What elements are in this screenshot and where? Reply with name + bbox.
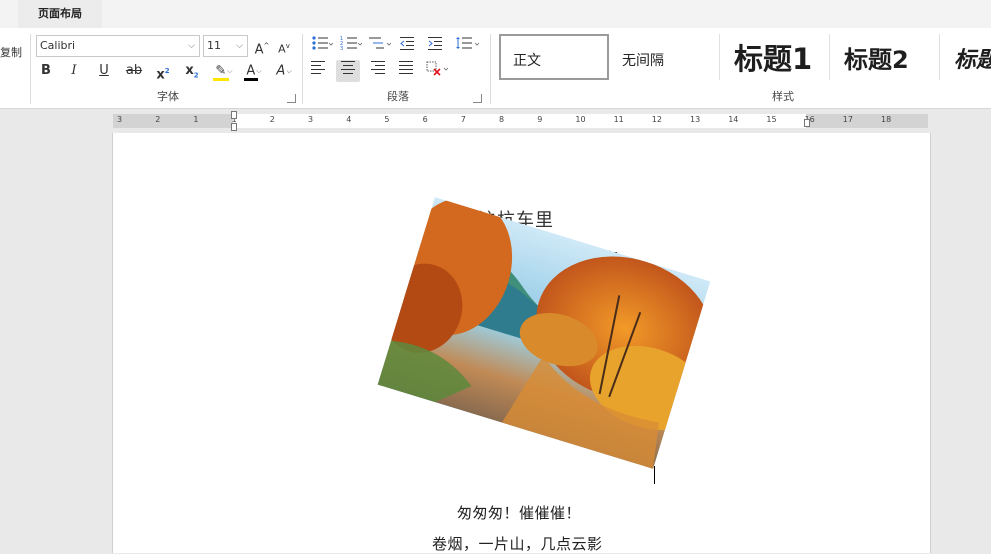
ruler-number: 5 — [384, 115, 390, 124]
clear-formatting-icon — [426, 61, 449, 76]
align-right-icon — [371, 61, 385, 74]
numbered-list-button[interactable]: 1 2 3 — [339, 35, 363, 57]
bullet-list-button[interactable] — [310, 35, 334, 57]
multilevel-list-icon — [369, 37, 392, 49]
ruler-number: 1 — [193, 115, 199, 124]
ruler-number: 12 — [651, 115, 662, 124]
style-heading-2-label: 标题2 — [844, 46, 909, 74]
ruler-number: 9 — [537, 115, 543, 124]
right-indent-marker[interactable] — [804, 119, 810, 127]
subscript-button[interactable]: x2 — [180, 60, 204, 82]
style-heading-1-label: 标题1 — [734, 42, 813, 76]
style-no-spacing[interactable]: 无间隔 — [610, 34, 720, 80]
font-size-value: 11 — [207, 39, 221, 52]
superscript-icon: x — [156, 67, 165, 83]
text-cursor — [654, 466, 655, 484]
ruler-text-area — [233, 114, 806, 128]
ruler-number: 11 — [613, 115, 624, 124]
divider — [302, 34, 303, 104]
font-family-value: Calibri — [40, 39, 76, 52]
divider — [30, 34, 31, 104]
style-no-spacing-label: 无间隔 — [622, 53, 664, 69]
numbered-list-icon: 1 2 3 — [340, 36, 363, 52]
horizontal-ruler[interactable]: 321123456789101112131415161718 — [113, 111, 928, 131]
ruler-number: 6 — [422, 115, 428, 124]
styles-group-label: 样式 — [772, 90, 794, 103]
clear-format-button[interactable]: A⌵ — [270, 60, 298, 82]
superscript-button[interactable]: x2 — [151, 60, 175, 82]
ribbon-tab-bar: 页面布局 — [0, 0, 991, 28]
clear-format-icon: A — [276, 63, 286, 79]
font-color-swatch — [244, 78, 258, 81]
paragraph-group-label: 段落 — [387, 90, 409, 103]
copy-button[interactable]: 复制 — [0, 44, 22, 60]
style-normal-label: 正文 — [513, 53, 541, 69]
divider — [490, 34, 491, 104]
ruler-number: 2 — [269, 115, 275, 124]
chevron-down-icon: ⌵ — [236, 41, 243, 51]
font-color-icon: A — [246, 63, 256, 79]
ruler-number: 18 — [881, 115, 892, 124]
ruler-number: 2 — [155, 115, 161, 124]
font-group-label: 字体 — [157, 90, 179, 103]
font-dialog-launcher-icon[interactable] — [287, 94, 296, 103]
style-title[interactable]: 标题 — [940, 34, 991, 80]
font-color-button[interactable]: A⌵ — [240, 60, 268, 82]
svg-text:3: 3 — [340, 46, 343, 51]
grow-font-button[interactable]: A^ — [250, 35, 274, 57]
strikethrough-button[interactable]: ab — [122, 60, 146, 82]
font-family-combo[interactable]: Calibri ⌵ — [36, 35, 200, 57]
align-left-button[interactable] — [307, 60, 331, 82]
ruler-number: 15 — [766, 115, 777, 124]
ruler-number: 17 — [842, 115, 853, 124]
shrink-font-button[interactable]: Av — [272, 35, 296, 57]
line-spacing-icon — [456, 37, 480, 49]
paragraph-dialog-launcher-icon[interactable] — [473, 94, 482, 103]
increase-indent-button[interactable] — [423, 35, 447, 57]
subscript-icon: x — [185, 63, 194, 78]
align-center-button[interactable] — [336, 60, 360, 82]
style-heading-2[interactable]: 标题2 — [830, 34, 940, 80]
left-indent-marker[interactable] — [231, 123, 237, 131]
ruler-number: 14 — [728, 115, 739, 124]
increase-indent-icon — [428, 37, 442, 50]
ruler-number: 3 — [117, 115, 123, 124]
ruler-number: 8 — [499, 115, 505, 124]
ruler-number: 13 — [690, 115, 701, 124]
poem-line-1: 匆匆匆！催催催！ — [457, 504, 582, 522]
ribbon: 复制 Calibri ⌵ 11 ⌵ A^ Av B I U ab x2 x2 ✎… — [0, 28, 991, 109]
shrink-font-icon: A — [278, 42, 286, 56]
ruler-number: 10 — [575, 115, 586, 124]
tab-page-layout[interactable]: 页面布局 — [18, 0, 102, 28]
ruler-number: 4 — [346, 115, 352, 124]
line-spacing-button[interactable] — [455, 35, 481, 57]
grow-font-icon: A — [254, 42, 264, 58]
align-center-icon — [341, 61, 355, 74]
highlight-button[interactable]: ✎⌵ — [210, 60, 238, 82]
clear-paragraph-format-button[interactable] — [424, 60, 452, 82]
align-right-button[interactable] — [365, 60, 389, 82]
poem-line-2: 卷烟，一片山，几点云影 — [432, 535, 603, 553]
bullet-list-icon — [312, 36, 334, 50]
italic-button[interactable]: I — [62, 60, 86, 82]
multilevel-list-button[interactable] — [368, 35, 392, 57]
style-title-label: 标题 — [954, 48, 991, 73]
decrease-indent-icon — [400, 37, 414, 50]
chevron-down-icon: ⌵ — [188, 41, 195, 51]
decrease-indent-button[interactable] — [395, 35, 419, 57]
justify-button[interactable] — [394, 60, 418, 82]
style-heading-1[interactable]: 标题1 — [720, 34, 830, 80]
style-normal[interactable]: 正文 — [499, 34, 609, 80]
align-left-icon — [311, 61, 325, 74]
justify-icon — [399, 61, 413, 74]
font-size-combo[interactable]: 11 ⌵ — [203, 35, 248, 57]
bold-button[interactable]: B — [34, 60, 58, 82]
first-line-indent-marker[interactable] — [231, 111, 237, 119]
underline-button[interactable]: U — [92, 60, 116, 82]
ruler-number: 3 — [308, 115, 314, 124]
highlighter-icon: ✎ — [215, 63, 227, 79]
ruler-number: 7 — [460, 115, 466, 124]
highlight-color-swatch — [213, 78, 229, 81]
